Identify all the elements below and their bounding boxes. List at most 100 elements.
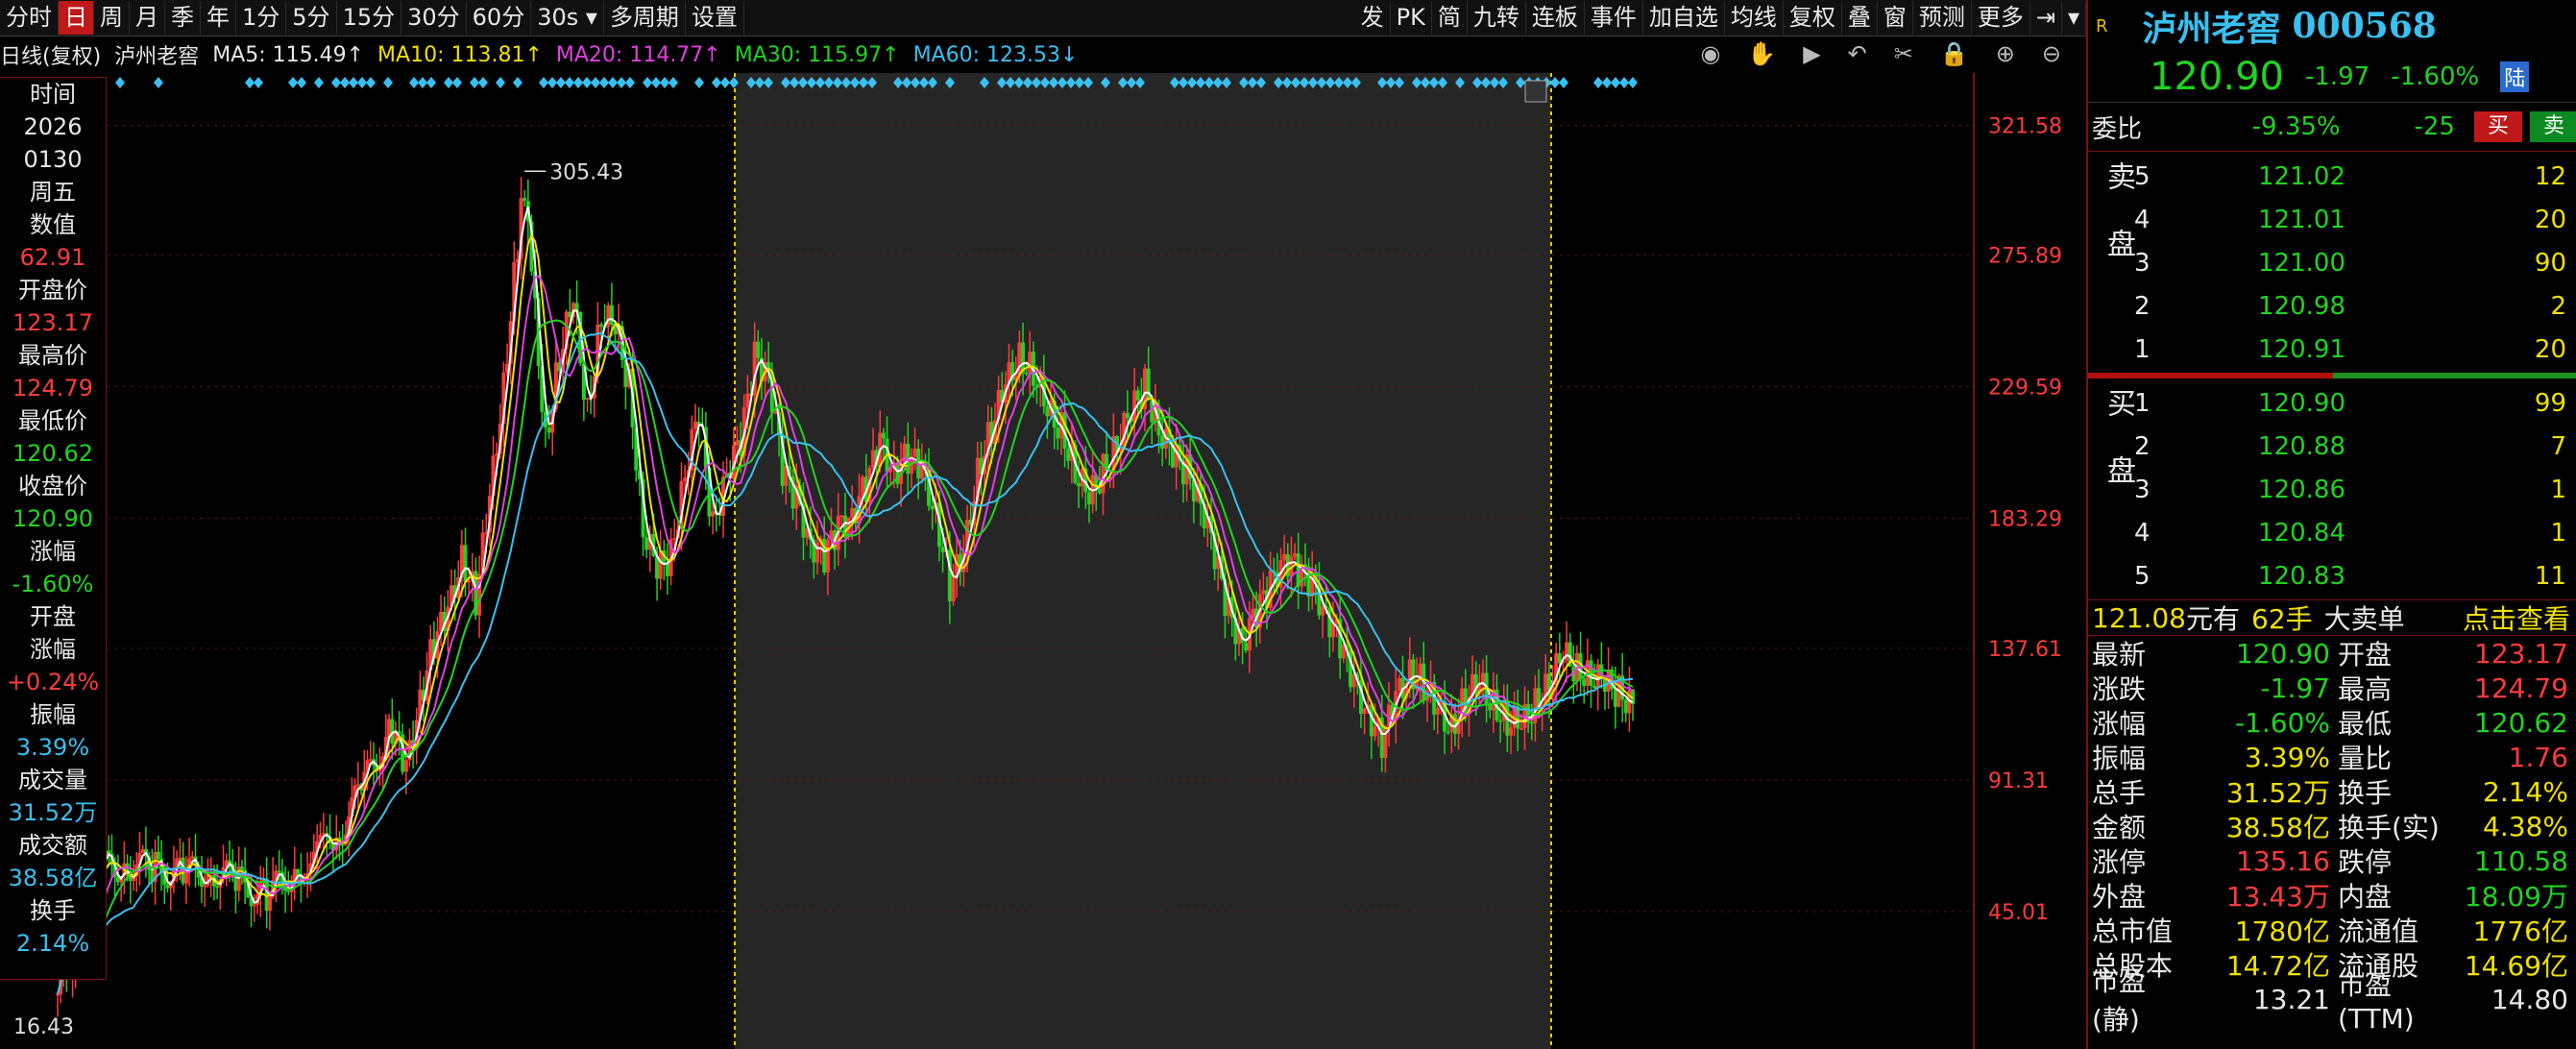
level: 2 xyxy=(2134,432,2211,461)
period-tab-6[interactable]: 1分 xyxy=(236,1,286,35)
stat-key: 振幅 xyxy=(2092,738,2173,776)
period-tab-0[interactable]: 分时 xyxy=(0,1,59,35)
bids-row[interactable]: 3 120.86 1 xyxy=(2134,469,2566,511)
tool-button-9[interactable]: 叠 xyxy=(1842,1,1878,35)
big-order-text1: 元有 xyxy=(2186,598,2240,637)
period-tab-1[interactable]: 日 xyxy=(59,1,94,35)
y-tick-label: 91.31 xyxy=(1988,769,2049,793)
book-volume: 20 xyxy=(2345,206,2566,234)
event-marker xyxy=(383,77,393,88)
webi-label: 委比 xyxy=(2092,110,2187,145)
stat-key: 流通值 xyxy=(2330,911,2457,949)
zoom-out-icon[interactable]: ⊖ xyxy=(2042,40,2061,67)
lock-icon[interactable]: 🔒 xyxy=(1940,40,1969,67)
multi-period-button[interactable]: 多周期 xyxy=(604,1,686,35)
asks-row[interactable]: 5 121.02 12 xyxy=(2134,156,2566,198)
eye-icon[interactable]: ◉ xyxy=(1700,40,1720,67)
buy-button[interactable]: 买 xyxy=(2474,111,2522,142)
tool-button-12[interactable]: 更多 xyxy=(1972,1,2030,35)
tool-button-5[interactable]: 事件 xyxy=(1585,1,1643,35)
tool-button-3[interactable]: 九转 xyxy=(1468,1,1526,35)
export-icon[interactable]: ⇥ xyxy=(2030,1,2062,35)
tool-button-0[interactable]: 发 xyxy=(1355,1,1391,35)
candle-body xyxy=(903,444,907,464)
tool-button-6[interactable]: 加自选 xyxy=(1643,1,1725,35)
big-order-link[interactable]: 点击查看 xyxy=(2463,598,2570,637)
candle-body xyxy=(644,537,648,549)
event-marker xyxy=(154,77,163,88)
chart-title: 日线(复权) xyxy=(0,39,101,70)
book-price: 121.01 xyxy=(2211,206,2345,234)
period-tab-10[interactable]: 60分 xyxy=(467,1,532,35)
period-tab-5[interactable]: 年 xyxy=(201,1,236,35)
period-tab-4[interactable]: 季 xyxy=(165,1,201,35)
y-tick-label: 183.29 xyxy=(1988,508,2062,532)
bids-row[interactable]: 4 120.84 1 xyxy=(2134,512,2566,554)
price-change: -1.97 xyxy=(2305,62,2369,91)
tool-button-10[interactable]: 窗 xyxy=(1878,1,1913,35)
candle-body xyxy=(547,427,551,433)
stat-value: 124.79 xyxy=(2457,672,2576,704)
candle-body xyxy=(693,422,697,429)
candle-body xyxy=(1363,708,1367,714)
sell-button[interactable]: 卖 xyxy=(2530,111,2576,142)
event-marker xyxy=(452,77,462,88)
period-tab-2[interactable]: 周 xyxy=(94,1,130,35)
period-tab-8[interactable]: 15分 xyxy=(337,1,402,35)
period-tab-3[interactable]: 月 xyxy=(130,1,165,35)
asks-row[interactable]: 2 120.98 2 xyxy=(2134,285,2566,328)
stat-key: 涨幅 xyxy=(2092,703,2173,742)
stat-value: 13.43万 xyxy=(2173,876,2330,915)
hand-icon[interactable]: ✋ xyxy=(1747,40,1776,67)
info-value-0: 2026 xyxy=(0,110,106,143)
asks-row[interactable]: 4 121.01 20 xyxy=(2134,199,2566,241)
stat-key: 换手(实) xyxy=(2330,807,2457,845)
tool-button-1[interactable]: PK xyxy=(1391,1,1432,35)
stat-value: 2.14% xyxy=(2457,776,2576,808)
menu-chevron-icon[interactable]: ▾ xyxy=(2062,1,2086,35)
candle-body xyxy=(1446,732,1450,734)
candle-body xyxy=(683,477,687,481)
settings-button[interactable]: 设置 xyxy=(686,1,744,35)
undo-icon[interactable]: ↶ xyxy=(1848,40,1867,67)
info-label-3: 数值 xyxy=(0,208,106,241)
tool-button-11[interactable]: 预测 xyxy=(1913,1,1972,35)
candle-body xyxy=(1261,590,1265,594)
stat-key: 金额 xyxy=(2092,807,2173,845)
level: 5 xyxy=(2134,562,2211,591)
info-value-1: 0130 xyxy=(0,143,106,176)
asks-row[interactable]: 3 121.00 90 xyxy=(2134,242,2566,284)
event-marker xyxy=(1602,77,1612,88)
book-price: 120.83 xyxy=(2211,562,2345,591)
stat-value: 1780亿 xyxy=(2173,911,2330,949)
candle-body xyxy=(941,547,945,552)
scissors-icon[interactable]: ✂ xyxy=(1894,40,1913,67)
selection-close-icon xyxy=(1525,81,1546,102)
bids-row[interactable]: 5 120.83 11 xyxy=(2134,555,2566,598)
tool-button-2[interactable]: 简 xyxy=(1432,1,1468,35)
tool-button-7[interactable]: 均线 xyxy=(1725,1,1784,35)
event-marker xyxy=(599,77,609,88)
y-tick-label: 229.59 xyxy=(1988,377,2062,401)
period-tab-9[interactable]: 30分 xyxy=(401,1,467,35)
candle-body xyxy=(850,508,854,518)
book-volume: 1 xyxy=(2345,519,2566,548)
event-marker xyxy=(643,77,652,88)
candle-body xyxy=(1282,554,1286,560)
asks-row[interactable]: 1 120.91 20 xyxy=(2134,329,2566,371)
stat-key: 外盘 xyxy=(2092,876,2173,915)
zoom-in-icon[interactable]: ⊕ xyxy=(1996,40,2015,67)
event-marker xyxy=(357,77,367,88)
tool-button-8[interactable]: 复权 xyxy=(1784,1,1842,35)
book-price: 120.98 xyxy=(2211,292,2345,321)
kline-chart[interactable]: 321.58 275.89 229.59 183.29 137.61 91.31 45.01… xyxy=(0,73,2086,1049)
period-select[interactable]: 30s ▾ xyxy=(531,1,604,35)
stat-key: 最高 xyxy=(2330,669,2457,707)
bids-row[interactable]: 1 120.90 99 xyxy=(2134,382,2566,425)
period-tab-7[interactable]: 5分 xyxy=(286,1,336,35)
candle-body xyxy=(1530,722,1534,724)
bids-row[interactable]: 2 120.88 7 xyxy=(2134,426,2566,468)
book-price: 120.86 xyxy=(2211,476,2345,504)
tool-button-4[interactable]: 连板 xyxy=(1526,1,1585,35)
play-icon[interactable]: ▶ xyxy=(1803,40,1820,67)
